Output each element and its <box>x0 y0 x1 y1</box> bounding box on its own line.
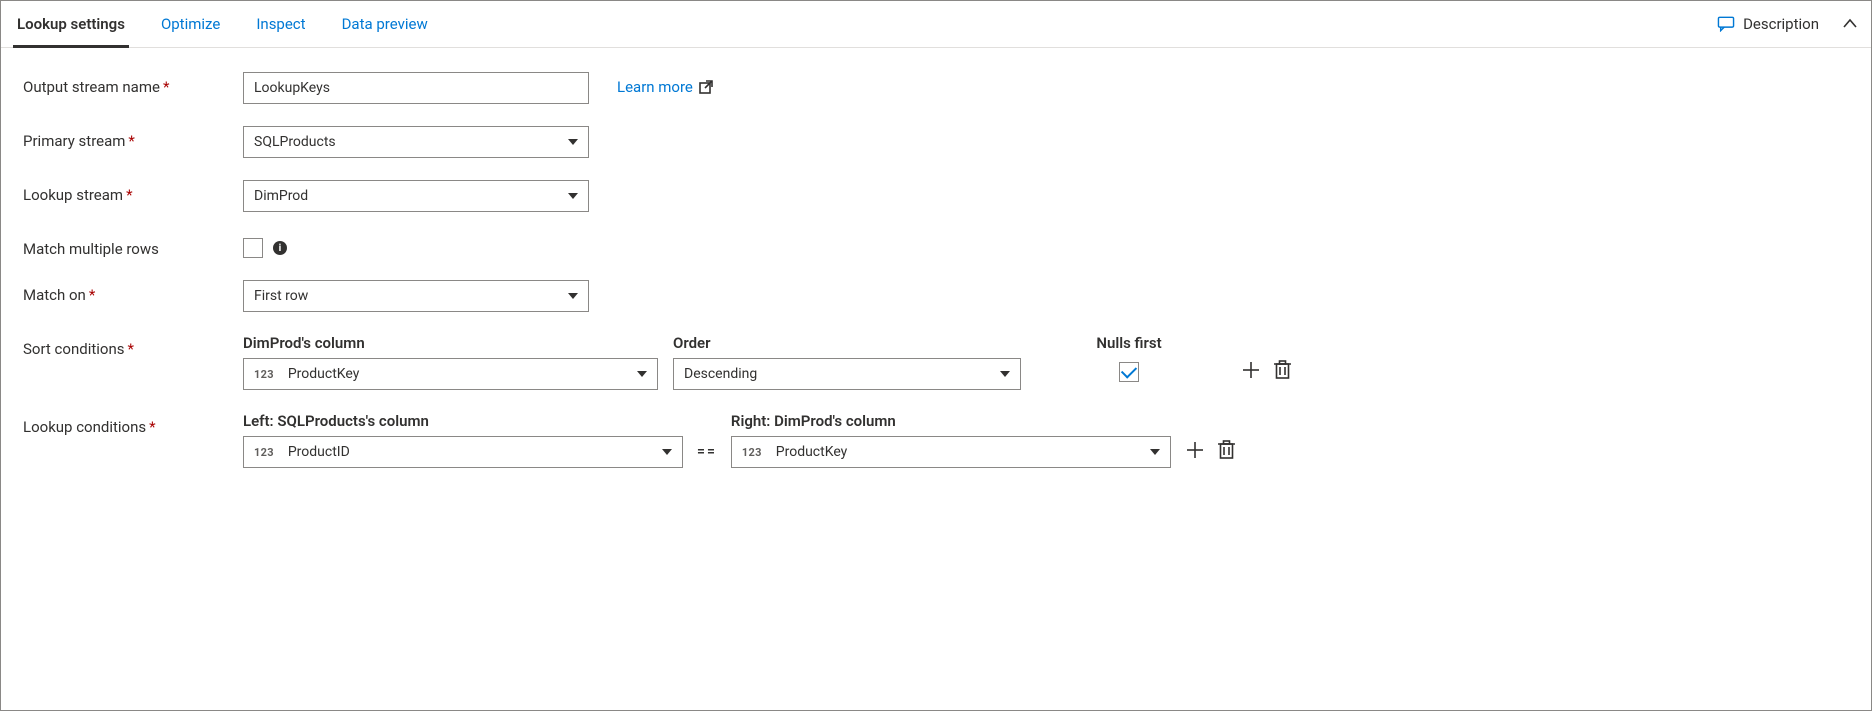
info-icon[interactable]: i <box>273 241 287 255</box>
left-column-header: Left: SQLProducts's column <box>243 412 683 430</box>
lookup-stream-value: DimProd <box>254 188 308 204</box>
label-lookup-conditions: Lookup conditions* <box>23 412 243 436</box>
label-text: Primary stream <box>23 132 125 150</box>
sort-column-header: DimProd's column <box>243 334 659 352</box>
delete-lookup-condition-button[interactable] <box>1217 440 1236 460</box>
left-column-select[interactable]: 123 ProductID <box>243 436 683 468</box>
tab-inspect[interactable]: Inspect <box>252 1 309 47</box>
nulls-first-checkbox[interactable] <box>1119 362 1139 382</box>
row-output-stream-name: Output stream name* LookupKeys Learn mor… <box>23 72 1849 104</box>
row-lookup-stream: Lookup stream* DimProd <box>23 180 1849 212</box>
label-text: Match multiple rows <box>23 240 159 258</box>
output-stream-name-value: LookupKeys <box>254 80 330 96</box>
primary-stream-select[interactable]: SQLProducts <box>243 126 589 158</box>
add-lookup-condition-button[interactable] <box>1185 440 1205 460</box>
match-on-select[interactable]: First row <box>243 280 589 312</box>
caret-down-icon <box>637 371 647 377</box>
nulls-first-header: Nulls first <box>1096 334 1161 352</box>
description-button[interactable]: Description <box>1713 9 1823 39</box>
add-sort-condition-button[interactable] <box>1241 360 1261 380</box>
type-badge: 123 <box>254 368 274 381</box>
label-primary-stream: Primary stream* <box>23 126 243 150</box>
row-sort-conditions: Sort conditions* DimProd's column 123 Pr… <box>23 334 1849 390</box>
lookup-settings-panel: Lookup settings Optimize Inspect Data pr… <box>0 0 1872 711</box>
equality-operator: == <box>697 412 717 460</box>
match-on-value: First row <box>254 288 308 304</box>
label-match-multiple-rows: Match multiple rows <box>23 234 243 258</box>
label-text: Sort conditions <box>23 340 124 358</box>
plus-icon <box>1185 440 1205 460</box>
sort-column-name: ProductKey <box>288 366 360 382</box>
comment-icon <box>1717 16 1735 32</box>
external-link-icon <box>699 80 713 94</box>
caret-down-icon <box>568 193 578 199</box>
label-text: Match on <box>23 286 86 304</box>
learn-more-text: Learn more <box>617 78 693 96</box>
caret-down-icon <box>568 293 578 299</box>
caret-down-icon <box>568 139 578 145</box>
tab-bar: Lookup settings Optimize Inspect Data pr… <box>1 1 1871 48</box>
chevron-up-icon <box>1841 15 1859 33</box>
required-star: * <box>126 186 132 204</box>
label-sort-conditions: Sort conditions* <box>23 334 243 358</box>
label-output-stream-name: Output stream name* <box>23 72 243 96</box>
primary-stream-value: SQLProducts <box>254 134 336 150</box>
trash-icon <box>1217 440 1236 460</box>
sort-order-value: Descending <box>684 366 757 382</box>
right-column-name: ProductKey <box>776 444 848 460</box>
sort-column-select[interactable]: 123 ProductKey <box>243 358 658 390</box>
row-match-multiple-rows: Match multiple rows i <box>23 234 1849 258</box>
caret-down-icon <box>1150 449 1160 455</box>
type-badge: 123 <box>254 446 274 459</box>
output-stream-name-input[interactable]: LookupKeys <box>243 72 589 104</box>
label-lookup-stream: Lookup stream* <box>23 180 243 204</box>
sort-conditions-grid: DimProd's column 123 ProductKey Order <box>243 334 1306 390</box>
required-star: * <box>149 418 155 436</box>
row-lookup-conditions: Lookup conditions* Left: SQLProducts's c… <box>23 412 1849 468</box>
required-star: * <box>89 286 95 304</box>
delete-sort-condition-button[interactable] <box>1273 360 1292 380</box>
left-column-name: ProductID <box>288 444 350 460</box>
label-text: Lookup conditions <box>23 418 146 436</box>
tab-optimize[interactable]: Optimize <box>157 1 224 47</box>
required-star: * <box>127 340 133 358</box>
description-label: Description <box>1743 15 1819 33</box>
plus-icon <box>1241 360 1261 380</box>
right-column-select[interactable]: 123 ProductKey <box>731 436 1171 468</box>
caret-down-icon <box>1000 371 1010 377</box>
trash-icon <box>1273 360 1292 380</box>
tabs-group: Lookup settings Optimize Inspect Data pr… <box>13 1 432 47</box>
form-body: Output stream name* LookupKeys Learn mor… <box>1 48 1871 514</box>
tab-data-preview[interactable]: Data preview <box>338 1 432 47</box>
row-primary-stream: Primary stream* SQLProducts <box>23 126 1849 158</box>
label-match-on: Match on* <box>23 280 243 304</box>
tab-lookup-settings[interactable]: Lookup settings <box>13 1 129 48</box>
learn-more-link[interactable]: Learn more <box>617 72 713 96</box>
required-star: * <box>163 78 169 96</box>
caret-down-icon <box>662 449 672 455</box>
row-match-on: Match on* First row <box>23 280 1849 312</box>
label-text: Output stream name <box>23 78 160 96</box>
match-multiple-rows-checkbox[interactable] <box>243 238 263 258</box>
lookup-conditions-grid: Left: SQLProducts's column 123 ProductID… <box>243 412 1236 468</box>
required-star: * <box>128 132 134 150</box>
right-column-header: Right: DimProd's column <box>731 412 1171 430</box>
type-badge: 123 <box>742 446 762 459</box>
sort-order-header: Order <box>673 334 1017 352</box>
label-text: Lookup stream <box>23 186 123 204</box>
collapse-toggle[interactable] <box>1841 15 1859 33</box>
lookup-stream-select[interactable]: DimProd <box>243 180 589 212</box>
sort-order-select[interactable]: Descending <box>673 358 1021 390</box>
